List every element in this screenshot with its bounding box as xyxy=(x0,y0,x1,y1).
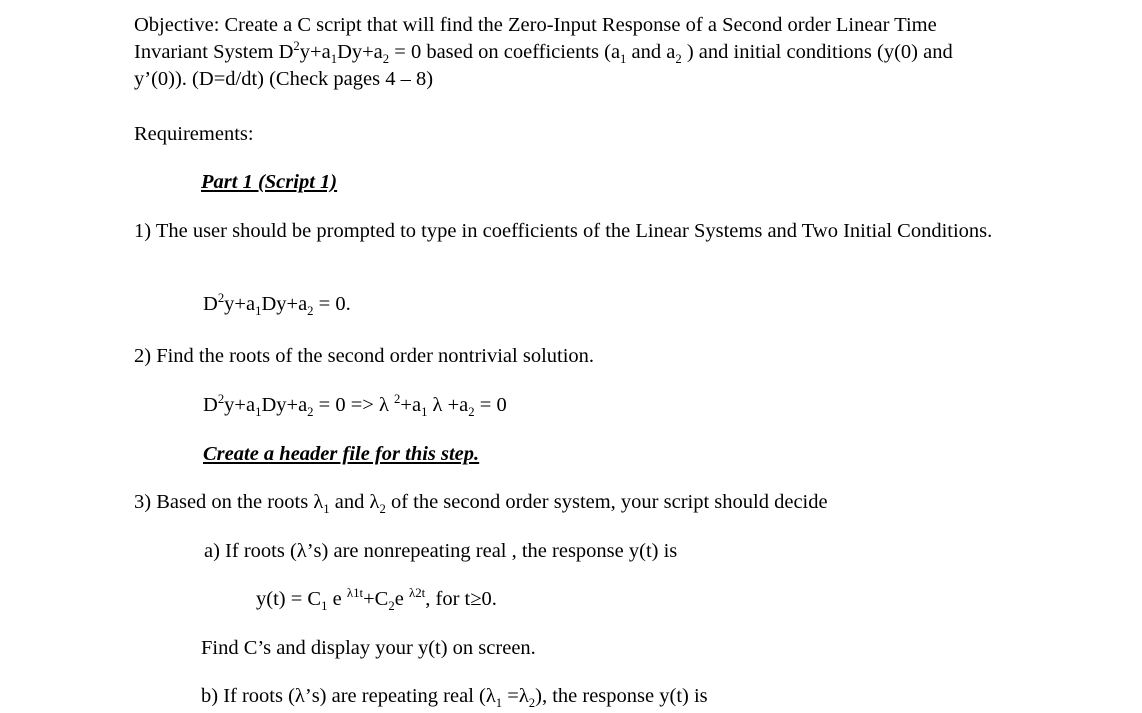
find-constants-instruction: Find C’s and display your y(t) on screen… xyxy=(201,637,536,659)
equation-characteristic-2: D2y+a1Dy+a2 = 0 => λ 2+a1 λ +a2 = 0 xyxy=(203,392,1023,419)
eq2-ya: y+a xyxy=(224,394,256,416)
objective-text-part-3: Dy+a xyxy=(337,41,383,63)
eq3-exponent-1: λ1t xyxy=(346,585,364,601)
objective-text-part-2: y+a xyxy=(299,41,331,63)
item3-pre: 3) Based on the roots λ xyxy=(134,491,324,513)
requirement-item-1: 1) The user should be prompted to type i… xyxy=(134,220,993,242)
eq1-tail: = 0. xyxy=(313,293,351,315)
eq1-dy: Dy+a xyxy=(261,293,308,315)
requirement-item-3: 3) Based on the roots λ1 and λ2 of the s… xyxy=(134,489,1006,516)
eq1-d: D xyxy=(203,293,218,315)
eq3-mid-3: e xyxy=(394,588,409,610)
item3-mid: and λ xyxy=(329,491,380,513)
requirements-label: Requirements: xyxy=(134,123,254,145)
equation-response-nonrepeating: y(t) = C1 e λ1t+C2e λ2t, for t≥0. xyxy=(256,586,1016,613)
eq3-mid-1: e xyxy=(327,588,347,610)
requirement-item-2: 2) Find the roots of the second order no… xyxy=(134,345,595,367)
document-page: Objective: Create a C script that will f… xyxy=(0,0,1142,713)
eq2-d: D xyxy=(203,394,218,416)
item3b-mid: =λ xyxy=(502,685,529,707)
equation-characteristic-1: D2y+a1Dy+a2 = 0. xyxy=(203,291,1023,318)
eq3-tail: , for t≥0. xyxy=(425,588,497,610)
requirement-item-3b: b) If roots (λ’s) are repeating real (λ1… xyxy=(201,683,1021,710)
requirement-item-3a: a) If roots (λ’s) are nonrepeating real … xyxy=(204,540,678,562)
eq2-tail: = 0 xyxy=(474,394,507,416)
eq3-pre: y(t) = C xyxy=(256,588,322,610)
item3-post: of the second order system, your script … xyxy=(385,491,828,513)
eq2-plus-a: +a xyxy=(400,394,422,416)
eq3-mid-2: +C xyxy=(363,588,389,610)
objective-text-part-5: and a xyxy=(626,41,676,63)
objective-paragraph: Objective: Create a C script that will f… xyxy=(134,12,1006,93)
eq2-mid: = 0 => λ xyxy=(313,394,395,416)
eq1-ya: y+a xyxy=(224,293,256,315)
part-1-heading: Part 1 (Script 1) xyxy=(201,171,338,193)
item3b-pre: b) If roots (λ’s) are repeating real (λ xyxy=(201,685,496,707)
eq3-exponent-2: λ2t xyxy=(408,585,426,601)
item3b-post: ), the response y(t) is xyxy=(535,685,708,707)
header-file-heading: Create a header file for this step. xyxy=(203,443,480,465)
objective-text-part-4: = 0 based on coefficients (a xyxy=(389,41,621,63)
eq2-dy: Dy+a xyxy=(261,394,308,416)
eq2-lambda-2: λ +a xyxy=(427,394,469,416)
